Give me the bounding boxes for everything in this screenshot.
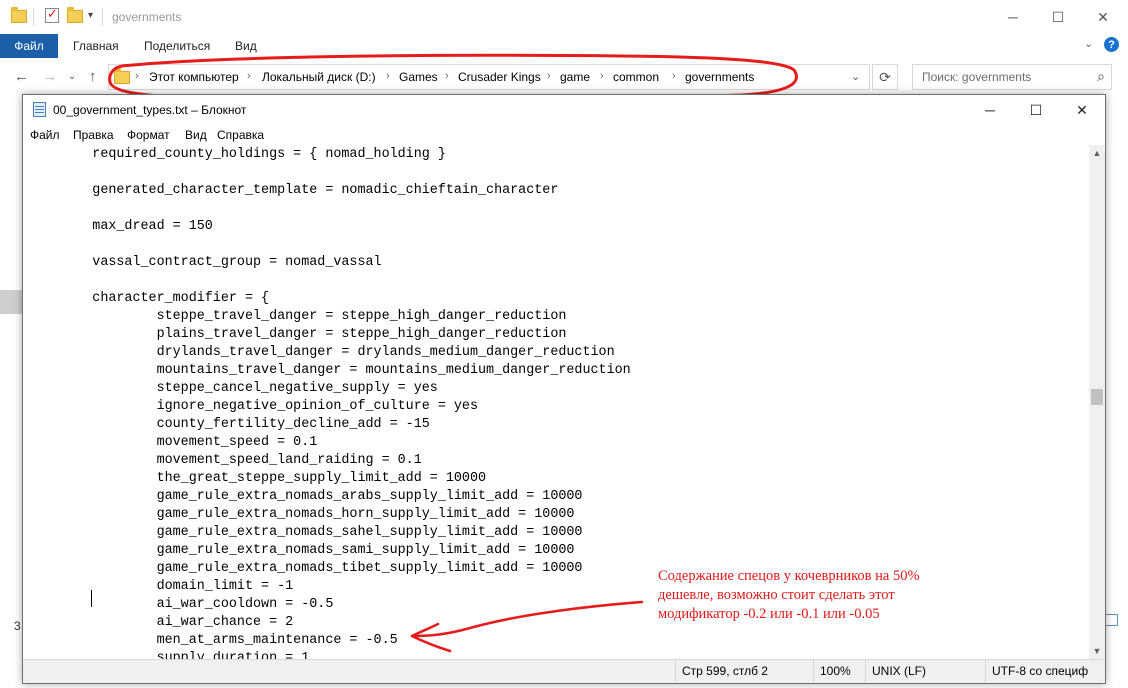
code-line: character_modifier = { [28,291,270,306]
notepad-titlebar: 00_government_types.txt – Блокнот ─ ☐ ✕ [23,95,1105,125]
folder-icon [10,7,28,24]
menu-file[interactable]: Файл [30,128,60,142]
explorer-title: governments [112,10,182,24]
code-line: drylands_travel_danger = drylands_medium… [28,345,615,360]
expand-ribbon-icon[interactable]: ⌄ [1084,37,1093,50]
minimize-icon[interactable]: ─ [967,95,1013,125]
explorer-ribbon: Файл Главная Поделиться Вид ⌄ ? [0,34,1128,58]
menu-edit[interactable]: Правка [73,128,114,142]
code-line: the_great_steppe_supply_limit_add = 1000… [28,471,487,486]
help-icon[interactable]: ? [1104,37,1119,52]
ribbon-tab-home[interactable]: Главная [73,39,119,53]
annotation-note: Содержание спецов у кочеврников на 50% д… [658,567,978,624]
customize-quick-access-icon[interactable]: ▾ [88,10,93,21]
code-line: domain_limit = -1 [28,579,294,594]
status-bar: Стр 599, стлб 2 100% UNIX (LF) UTF-8 со … [23,659,1105,683]
chevron-right-icon[interactable]: › [445,70,449,82]
code-line: max_dread = 150 [28,219,213,234]
code-line: game_rule_extra_nomads_sami_supply_limit… [28,543,575,558]
scrollbar-thumb[interactable] [1091,389,1103,405]
explorer-item-count: 3 [14,619,21,633]
title-divider [102,8,103,26]
explorer-nav-pane-selection[interactable] [0,290,22,314]
code-line: mountains_travel_danger = mountains_medi… [28,363,631,378]
code-line: movement_speed_land_raiding = 0.1 [28,453,422,468]
search-icon[interactable]: ⌕ [1097,68,1105,85]
chevron-right-icon[interactable]: › [672,70,676,82]
code-line: steppe_cancel_negative_supply = yes [28,381,438,396]
status-line-ending: UNIX (LF) [865,660,985,683]
search-input[interactable] [920,69,1084,85]
new-folder-icon[interactable] [66,7,84,24]
address-bar[interactable]: › Этот компьютер › Локальный диск (D:) ›… [108,64,870,90]
breadcrumb-local-disk[interactable]: Локальный диск (D:) [262,70,376,84]
chevron-right-icon[interactable]: › [247,70,251,82]
annotation-line: Содержание спецов у кочеврников на 50% [658,568,920,584]
breadcrumb-games[interactable]: Games [399,70,438,84]
ribbon-tab-share[interactable]: Поделиться [144,39,210,53]
scroll-down-icon[interactable]: ▼ [1089,643,1105,659]
vertical-scrollbar[interactable]: ▲ ▼ [1089,145,1105,659]
explorer-titlebar: ▾ governments ─ ☐ ✕ [0,0,1128,34]
menu-format[interactable]: Формат [127,128,170,142]
code-line: supply_duration = 1 [28,651,310,659]
explorer-navbar: ← → ⌄ ↑ › Этот компьютер › Локальный дис… [0,58,1128,96]
code-line: vassal_contract_group = nomad_vassal [28,255,382,270]
status-zoom: 100% [813,660,865,683]
details-view-icon[interactable] [1104,614,1118,626]
annotation-line: дешевле, возможно стоит сделать этот [658,587,895,603]
code-line: game_rule_extra_nomads_sahel_supply_limi… [28,525,583,540]
notepad-icon [33,102,46,117]
breadcrumb-this-pc[interactable]: Этот компьютер [149,70,239,84]
status-cursor-position: Стр 599, стлб 2 [675,660,813,683]
code-line: ai_war_chance = 2 [28,615,294,630]
code-line: county_fertility_decline_add = -15 [28,417,430,432]
menu-view[interactable]: Вид [185,128,207,142]
breadcrumb-crusader-kings[interactable]: Crusader Kings [458,70,541,84]
notepad-title: 00_government_types.txt – Блокнот [53,103,247,117]
breadcrumb-governments[interactable]: governments [685,70,754,84]
code-line: ignore_negative_opinion_of_culture = yes [28,399,478,414]
notepad-menubar: Файл Правка Формат Вид Справка [23,125,1105,145]
text-caret [91,590,92,607]
chevron-right-icon[interactable]: › [386,70,390,82]
code-line: generated_character_template = nomadic_c… [28,183,559,198]
ribbon-file-tab[interactable]: Файл [0,34,58,58]
close-icon[interactable]: ✕ [1080,0,1126,34]
code-line: men_at_arms_maintenance = -0.5 [28,633,398,648]
code-line: steppe_travel_danger = steppe_high_dange… [28,309,567,324]
back-arrow-icon[interactable]: ← [14,68,29,85]
code-line: game_rule_extra_nomads_arabs_supply_limi… [28,489,583,504]
maximize-icon[interactable]: ☐ [1035,0,1081,34]
ribbon-tab-view[interactable]: Вид [235,39,257,53]
maximize-icon[interactable]: ☐ [1013,95,1059,125]
code-line: required_county_holdings = { nomad_holdi… [28,147,446,162]
scroll-up-icon[interactable]: ▲ [1089,145,1105,161]
minimize-icon[interactable]: ─ [990,0,1036,34]
chevron-right-icon[interactable]: › [135,70,139,82]
search-box[interactable]: ⌕ [912,64,1112,90]
code-line: plains_travel_danger = steppe_high_dange… [28,327,567,342]
annotation-line: модификатор -0.2 или -0.1 или -0.05 [658,606,880,622]
explorer-right-edge [1106,96,1128,688]
status-encoding: UTF-8 со специф [985,660,1105,683]
properties-icon[interactable] [44,6,62,24]
menu-help[interactable]: Справка [217,128,264,142]
up-arrow-icon[interactable]: ↑ [89,68,97,85]
forward-arrow-icon[interactable]: → [42,68,57,85]
quick-access-divider [33,8,34,26]
chevron-right-icon[interactable]: › [600,70,604,82]
chevron-down-icon[interactable]: ⌄ [851,70,860,83]
code-line: movement_speed = 0.1 [28,435,318,450]
chevron-right-icon[interactable]: › [547,70,551,82]
code-line: game_rule_extra_nomads_horn_supply_limit… [28,507,575,522]
breadcrumb-game[interactable]: game [560,70,590,84]
code-line: game_rule_extra_nomads_tibet_supply_limi… [28,561,583,576]
breadcrumb-common[interactable]: common [613,70,659,84]
close-icon[interactable]: ✕ [1059,95,1105,125]
code-line: ai_war_cooldown = -0.5 [28,597,334,612]
refresh-icon[interactable]: ⟳ [872,64,898,90]
recent-locations-icon[interactable]: ⌄ [68,71,76,82]
